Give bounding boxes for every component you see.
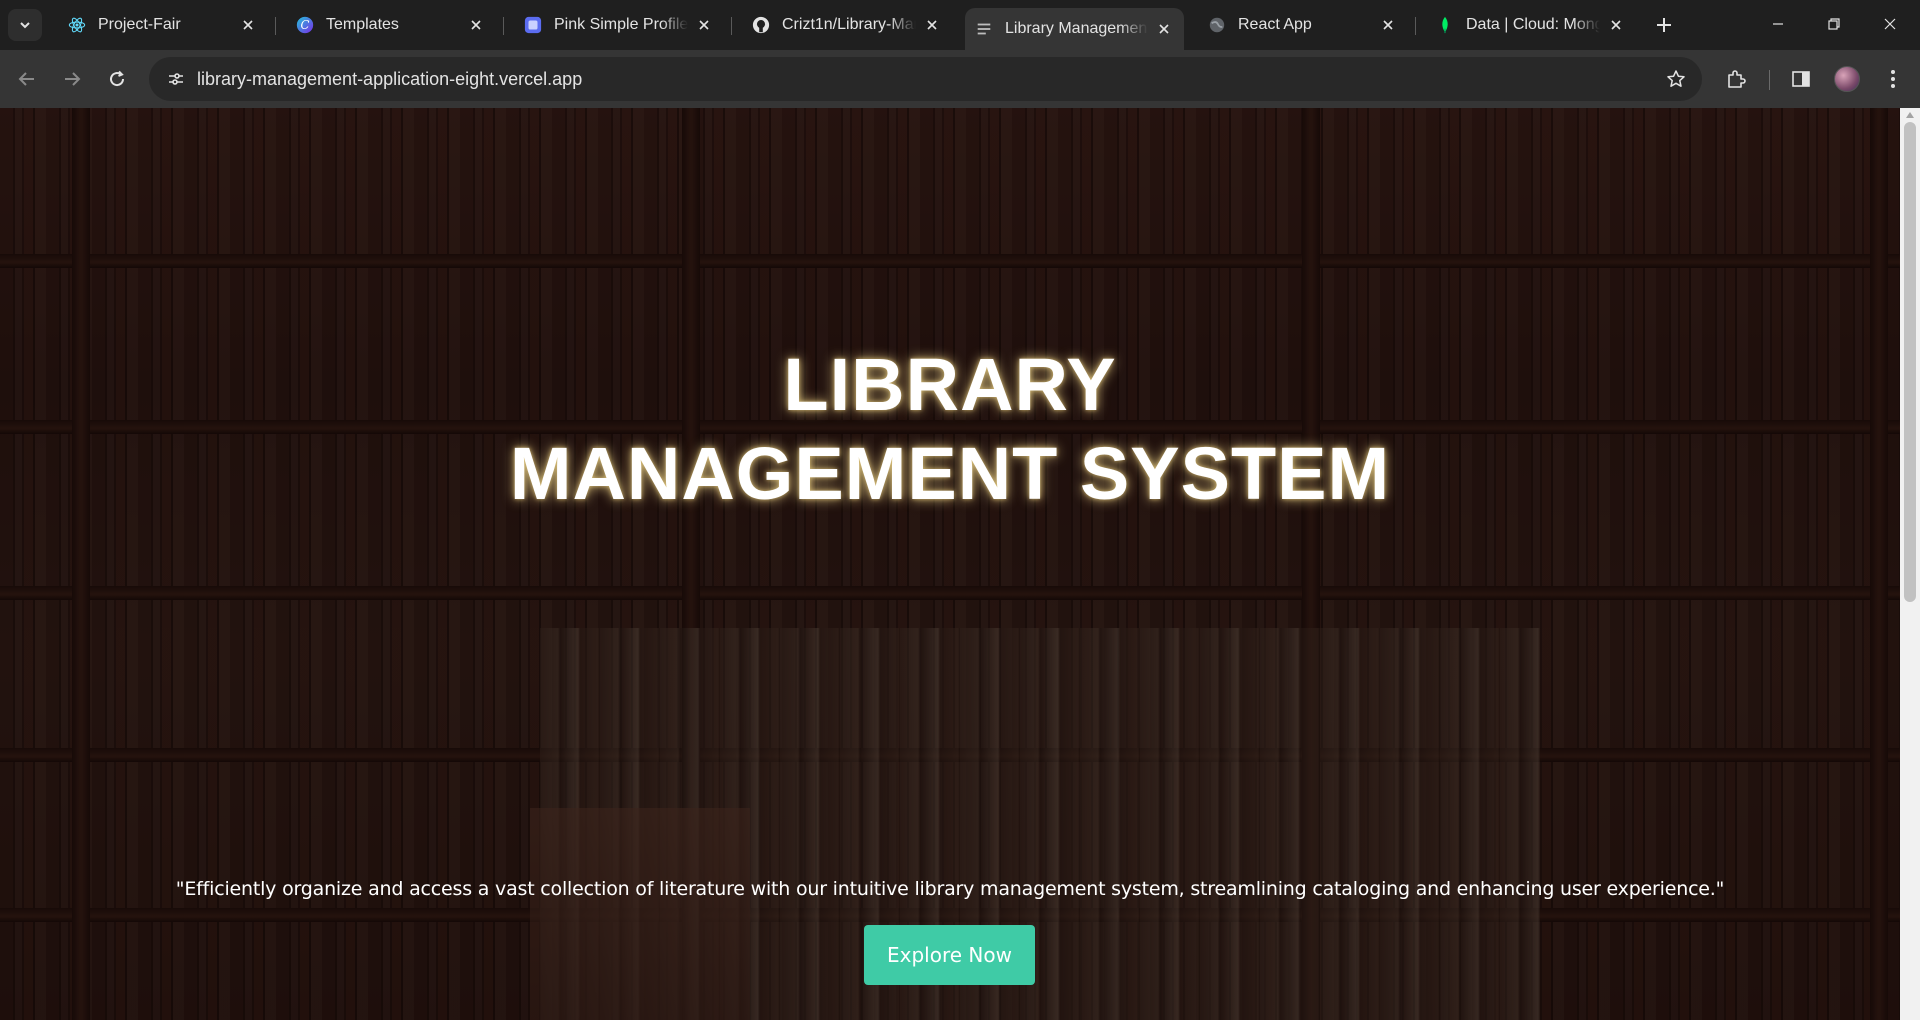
tab-mongodb-cloud[interactable]: Data | Cloud: Mongo <box>1426 7 1636 43</box>
url-text: library-management-application-eight.ver… <box>197 68 583 89</box>
page-icon <box>975 20 993 38</box>
tab-title: Pink Simple Profile Re <box>554 16 688 33</box>
browser-toolbar: library-management-application-eight.ver… <box>0 50 1920 108</box>
tab-strip: Project-Fair C Templates Pink Simple Pro… <box>0 0 1920 50</box>
page-scrollbar[interactable] <box>1900 108 1920 1020</box>
tab-divider <box>731 17 732 35</box>
tab-title: Project-Fair <box>98 16 181 33</box>
tab-react-app[interactable]: React App <box>1198 7 1408 43</box>
hero-title: LIBRARY MANAGEMENT SYSTEM <box>0 340 1900 518</box>
close-icon[interactable] <box>238 15 258 35</box>
minimize-button[interactable] <box>1750 0 1806 48</box>
forward-button[interactable] <box>54 61 90 97</box>
browser-menu-button[interactable] <box>1879 65 1907 93</box>
tab-title: Library Management <box>1005 20 1148 37</box>
new-tab-button[interactable] <box>1650 11 1678 39</box>
github-icon <box>752 16 770 34</box>
close-icon[interactable] <box>922 15 942 35</box>
reload-icon <box>110 70 125 87</box>
side-panel-icon <box>1792 71 1810 87</box>
back-button[interactable] <box>9 61 45 97</box>
restore-button[interactable] <box>1806 0 1862 48</box>
close-icon[interactable] <box>694 15 714 35</box>
puzzle-icon <box>1728 70 1746 88</box>
arrow-right-icon <box>65 72 81 86</box>
tab-divider <box>503 17 504 35</box>
restore-icon <box>1828 18 1840 30</box>
hero-title-line: MANAGEMENT SYSTEM <box>509 432 1391 515</box>
tab-templates[interactable]: C Templates <box>286 7 496 43</box>
address-bar[interactable]: library-management-application-eight.ver… <box>149 57 1702 101</box>
hero-tagline: "Efficiently organize and access a vast … <box>175 878 1725 900</box>
close-icon[interactable] <box>1154 19 1174 39</box>
page-viewport: LIBRARY MANAGEMENT SYSTEM "Efficiently o… <box>0 108 1900 1020</box>
minimize-icon <box>1773 23 1783 25</box>
explore-now-button[interactable]: Explore Now <box>864 925 1035 985</box>
close-icon <box>1884 18 1896 30</box>
kebab-menu-icon <box>1891 70 1895 88</box>
plus-icon <box>1657 18 1671 32</box>
close-icon[interactable] <box>1378 15 1398 35</box>
site-info-icon[interactable] <box>161 64 191 94</box>
close-icon[interactable] <box>466 15 486 35</box>
tab-title: Crizt1n/Library-Mana <box>782 16 916 33</box>
close-icon[interactable] <box>1606 15 1626 35</box>
tab-github-repo[interactable]: Crizt1n/Library-Mana <box>742 7 952 43</box>
extensions-button[interactable] <box>1722 65 1750 93</box>
app-icon <box>524 16 542 34</box>
tab-title: React App <box>1238 16 1312 33</box>
arrow-left-icon <box>18 72 34 86</box>
canva-icon: C <box>296 16 314 34</box>
globe-icon <box>1208 16 1226 34</box>
tab-pink-simple-profile[interactable]: Pink Simple Profile Re <box>514 7 724 43</box>
tab-project-fair[interactable]: Project-Fair <box>58 7 268 43</box>
reload-button[interactable] <box>99 61 135 97</box>
close-window-button[interactable] <box>1862 0 1918 48</box>
profile-avatar[interactable] <box>1834 66 1860 92</box>
side-panel-button[interactable] <box>1787 65 1815 93</box>
tab-divider <box>1415 17 1416 35</box>
scrollbar-thumb[interactable] <box>1904 122 1916 602</box>
mongodb-leaf-icon <box>1436 16 1454 34</box>
tab-search-button[interactable] <box>8 9 42 41</box>
svg-text:C: C <box>301 18 310 32</box>
react-icon <box>68 16 86 34</box>
tab-library-management[interactable]: Library Management <box>965 8 1184 50</box>
toolbar-divider <box>1769 70 1770 90</box>
bookmark-star-icon[interactable] <box>1664 67 1688 91</box>
hero-title-line: LIBRARY <box>783 343 1117 426</box>
tab-divider <box>275 17 276 35</box>
chevron-down-icon <box>20 22 30 29</box>
tab-title: Data | Cloud: Mongo <box>1466 16 1600 33</box>
scroll-up-arrow-icon[interactable] <box>1906 112 1914 118</box>
tab-title: Templates <box>326 16 399 33</box>
